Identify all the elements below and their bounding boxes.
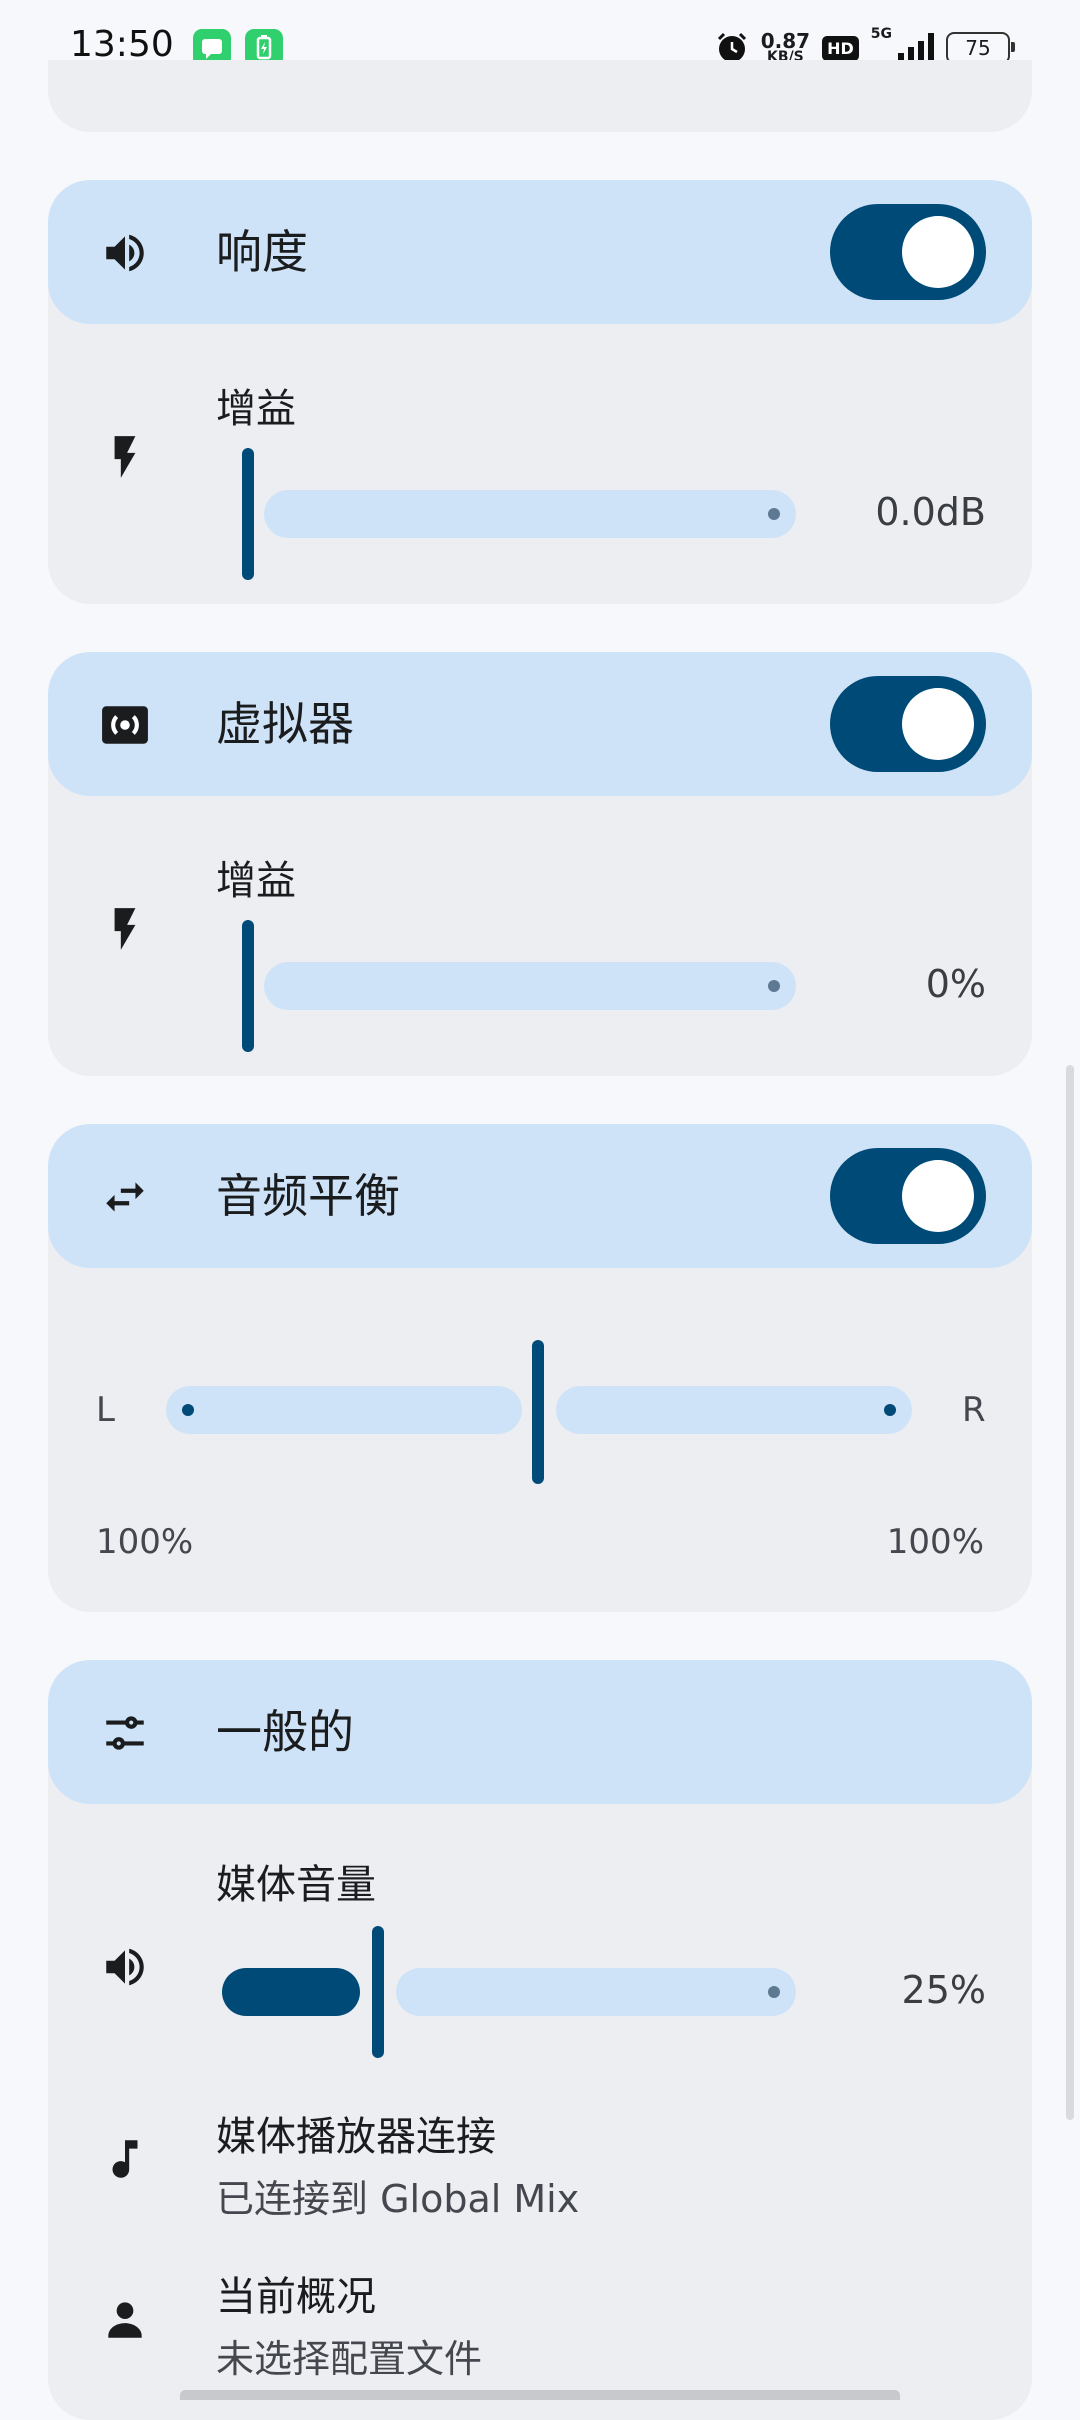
slider-end-dot (768, 1986, 780, 1998)
loudness-title: 响度 (216, 225, 308, 279)
toggle-knob (902, 216, 974, 288)
loudness-gain-label: 增益 (216, 386, 296, 432)
loudness-header[interactable]: 响度 (48, 180, 1032, 324)
volume-icon (106, 234, 144, 272)
person-icon (108, 2302, 142, 2338)
virtualizer-card: 虚拟器 增益 0% (48, 652, 1032, 1076)
virtualizer-gain-handle[interactable] (242, 920, 254, 1052)
scrollbar[interactable] (1066, 1065, 1074, 2120)
slider-end-dot (768, 980, 780, 992)
virtualizer-gain-label: 增益 (216, 858, 296, 904)
loudness-gain-slider[interactable] (264, 490, 796, 538)
virtualizer-gain-slider[interactable] (264, 962, 796, 1010)
loudness-gain-value: 0.0dB (875, 490, 986, 534)
bolt-icon (114, 908, 136, 950)
balance-right-value: 100% (886, 1522, 984, 1562)
virtualizer-title: 虚拟器 (216, 697, 354, 751)
balance-right-track[interactable] (556, 1386, 912, 1434)
network-type: 5G (870, 26, 892, 42)
status-time: 13:50 (70, 24, 174, 65)
tune-icon (106, 1716, 144, 1750)
media-player-value: 已连接到 Global Mix (216, 2177, 580, 2221)
balance-left-value: 100% (96, 1522, 194, 1562)
loudness-card: 响度 增益 0.0dB (48, 180, 1032, 604)
media-volume-label: 媒体音量 (216, 1862, 376, 1908)
balance-left-track[interactable] (166, 1386, 522, 1434)
loudness-gain-handle[interactable] (242, 448, 254, 580)
slider-end-dot (768, 508, 780, 520)
balance-right-label: R (962, 1390, 986, 1430)
bolt-icon (114, 436, 136, 478)
music-note-icon (112, 2140, 138, 2178)
media-volume-slider[interactable] (396, 1968, 796, 2016)
toggle-knob (902, 1160, 974, 1232)
media-player-label: 媒体播放器连接 (216, 2114, 496, 2160)
balance-left-label: L (96, 1390, 115, 1430)
balance-card: 音频平衡 L R 100% 100% (48, 1124, 1032, 1612)
swap-horiz-icon (106, 1182, 144, 1212)
toggle-knob (902, 688, 974, 760)
general-title: 一般的 (216, 1705, 354, 1759)
balance-title: 音频平衡 (216, 1169, 400, 1223)
slider-start-dot (182, 1404, 194, 1416)
signal-icon (898, 33, 934, 63)
virtualizer-toggle[interactable] (830, 676, 986, 772)
virtualizer-header[interactable]: 虚拟器 (48, 652, 1032, 796)
loudness-toggle[interactable] (830, 204, 986, 300)
general-card: 一般的 媒体音量 25% 媒体播放器连接 已连接到 Global Mix 当前概… (48, 1660, 1032, 2420)
balance-toggle[interactable] (830, 1148, 986, 1244)
previous-card-edge (48, 60, 1032, 132)
volume-icon (106, 1948, 144, 1986)
slider-end-dot (884, 1404, 896, 1416)
profile-value: 未选择配置文件 (216, 2337, 483, 2381)
surround-sound-icon (102, 706, 148, 744)
balance-handle[interactable] (532, 1340, 544, 1484)
media-volume-fill (222, 1968, 360, 2016)
navigation-handle[interactable] (180, 2390, 900, 2400)
virtualizer-gain-value: 0% (925, 962, 986, 1006)
balance-header[interactable]: 音频平衡 (48, 1124, 1032, 1268)
media-volume-value: 25% (901, 1968, 986, 2012)
profile-label: 当前概况 (216, 2274, 376, 2320)
general-header: 一般的 (48, 1660, 1032, 1804)
hd-badge: HD (822, 35, 859, 61)
media-volume-handle[interactable] (372, 1926, 384, 2058)
